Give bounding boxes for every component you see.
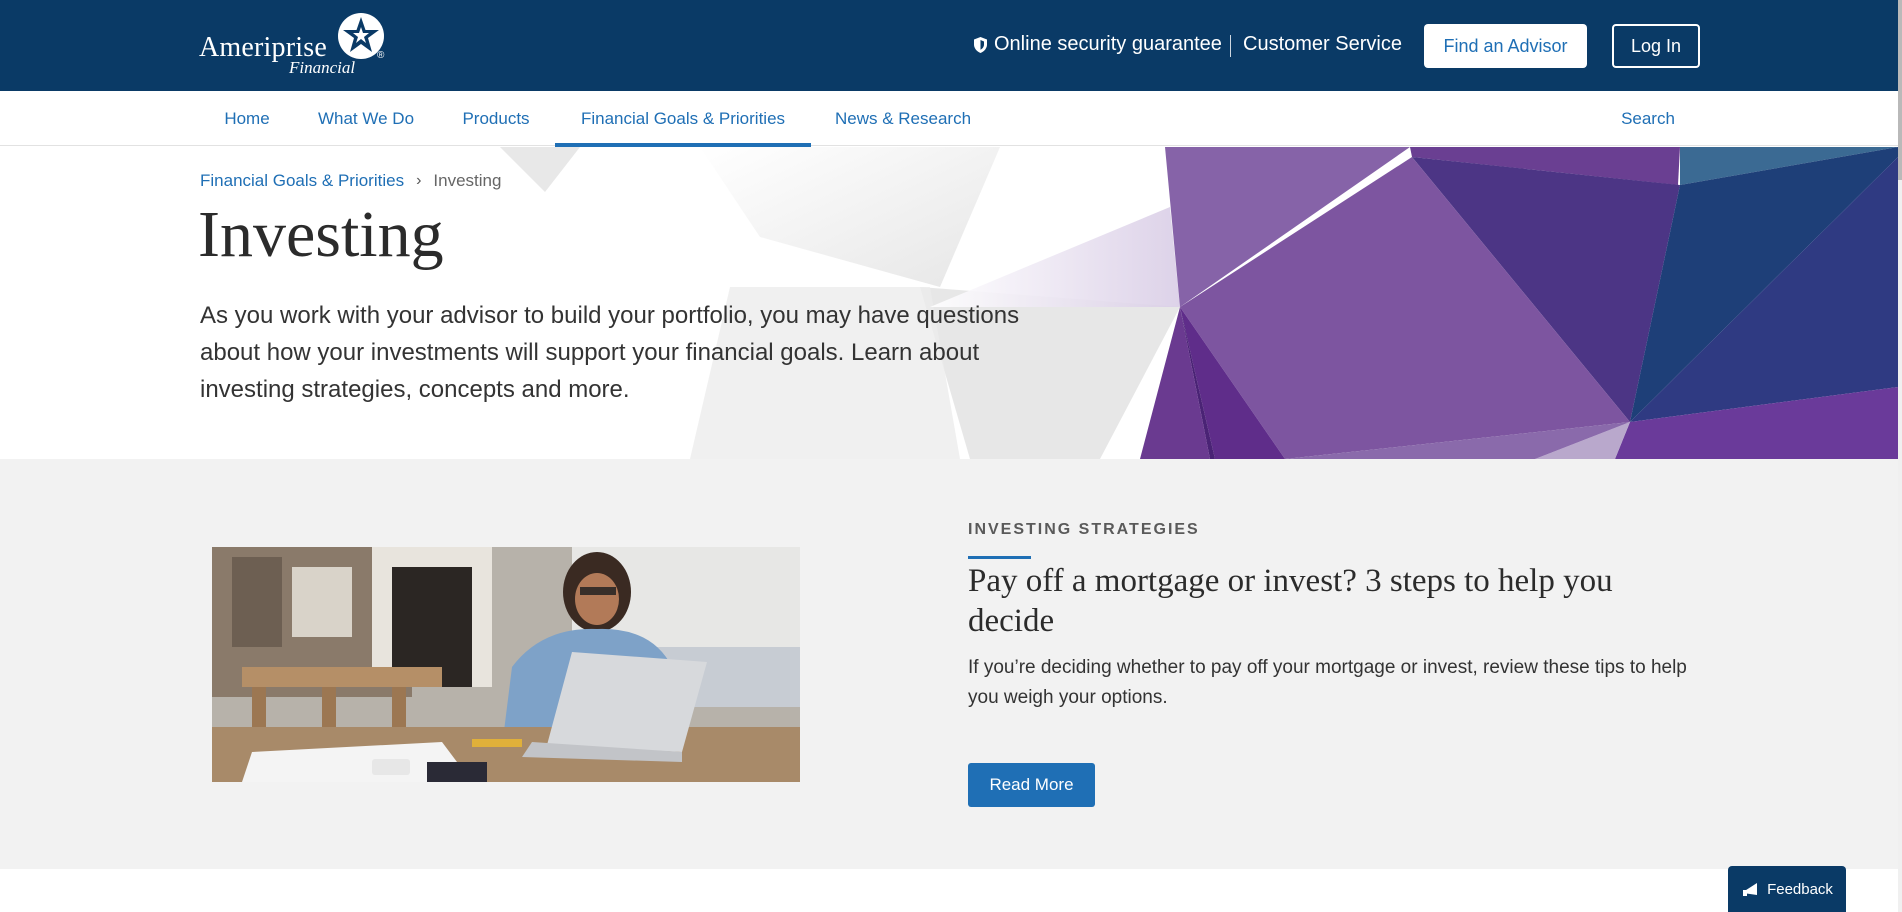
article-photo-image — [212, 547, 800, 782]
main-nav: Home What We Do Products Financial Goals… — [0, 91, 1902, 147]
online-security-label: Online security guarantee — [994, 33, 1222, 55]
ameriprise-logo[interactable]: Ameriprise Financial ® — [199, 12, 399, 82]
article-photo[interactable] — [212, 547, 800, 782]
nav-item-news-research[interactable]: News & Research — [811, 91, 995, 146]
article-title[interactable]: Pay off a mortgage or invest? 3 steps to… — [968, 561, 1688, 641]
logo-registered-mark: ® — [377, 50, 385, 61]
article-category: INVESTING STRATEGIES — [968, 521, 1200, 538]
nav-item-home[interactable]: Home — [200, 91, 294, 146]
megaphone-icon — [1743, 883, 1758, 896]
find-advisor-button[interactable]: Find an Advisor — [1424, 24, 1587, 68]
customer-service-link[interactable]: Customer Service — [1243, 33, 1402, 56]
page-scrollbar-thumb[interactable] — [1898, 0, 1902, 180]
logo-subtitle: Financial — [289, 58, 356, 77]
nav-item-products[interactable]: Products — [438, 91, 554, 146]
hero-banner: Financial Goals & Priorities › Investing… — [0, 147, 1898, 459]
breadcrumb-separator-icon: › — [416, 172, 422, 189]
nav-search-link[interactable]: Search — [1600, 91, 1696, 146]
hero-description: As you work with your advisor to build y… — [200, 302, 1020, 403]
page-title: Investing — [198, 198, 444, 271]
featured-article-section: INVESTING STRATEGIES Pay off a mortgage … — [0, 459, 1898, 869]
feedback-button[interactable]: Feedback — [1728, 866, 1846, 912]
shield-icon — [974, 36, 987, 53]
breadcrumb-current: Investing — [433, 171, 502, 190]
read-more-button[interactable]: Read More — [968, 763, 1095, 807]
nav-item-what-we-do[interactable]: What We Do — [294, 91, 438, 146]
header-divider — [1230, 35, 1231, 57]
online-security-link[interactable]: Online security guarantee — [973, 33, 1222, 56]
article-summary: If you’re deciding whether to pay off yo… — [968, 657, 1687, 708]
breadcrumb: Financial Goals & Priorities › Investing — [200, 171, 501, 191]
breadcrumb-parent-link[interactable]: Financial Goals & Priorities — [200, 171, 404, 191]
category-underline — [968, 556, 1031, 559]
feedback-label: Feedback — [1767, 880, 1833, 898]
top-header: Ameriprise Financial ® Online security g… — [0, 0, 1902, 91]
nav-item-financial-goals[interactable]: Financial Goals & Priorities — [555, 91, 811, 147]
login-button[interactable]: Log In — [1612, 24, 1700, 68]
